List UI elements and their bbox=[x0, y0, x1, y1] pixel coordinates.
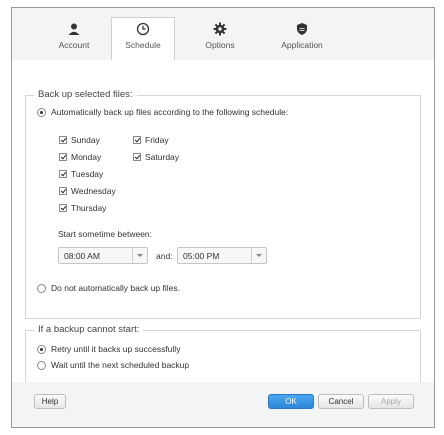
sunday-label: Sunday bbox=[71, 135, 100, 145]
wait-label: Wait until the next scheduled backup bbox=[51, 360, 190, 370]
start-time-select[interactable]: 08:00 AM bbox=[58, 247, 148, 264]
end-time-select[interactable]: 05:00 PM bbox=[177, 247, 267, 264]
cancel-button[interactable]: Cancel bbox=[318, 394, 364, 409]
tab-options[interactable]: Options bbox=[188, 18, 252, 61]
saturday-checkbox[interactable] bbox=[133, 153, 141, 161]
tuesday-label: Tuesday bbox=[71, 169, 104, 179]
friday-label: Friday bbox=[145, 135, 169, 145]
thursday-label: Thursday bbox=[71, 203, 107, 213]
end-time-value: 05:00 PM bbox=[183, 251, 220, 261]
monday-label: Monday bbox=[71, 152, 102, 162]
manual-backup-label: Do not automatically back up files. bbox=[51, 283, 180, 293]
clock-icon bbox=[136, 22, 150, 36]
start-between-label: Start sometime between: bbox=[58, 229, 153, 239]
backup-group: Back up selected files: Automatically ba… bbox=[25, 89, 421, 319]
ok-button[interactable]: OK bbox=[268, 394, 314, 409]
monday-checkbox[interactable] bbox=[59, 153, 67, 161]
retry-radio[interactable] bbox=[37, 345, 46, 354]
tuesday-checkbox[interactable] bbox=[59, 170, 67, 178]
manual-backup-radio[interactable] bbox=[37, 284, 46, 293]
tab-label: Application bbox=[281, 40, 323, 50]
apply-button[interactable]: Apply bbox=[368, 394, 414, 409]
auto-backup-radio[interactable] bbox=[37, 108, 46, 117]
gear-icon bbox=[213, 22, 227, 36]
tab-schedule[interactable]: Schedule bbox=[111, 17, 175, 61]
tab-label: Options bbox=[205, 40, 235, 50]
and-label: and: bbox=[156, 251, 173, 261]
settings-window: Account Schedule Options Application Bac… bbox=[11, 7, 435, 428]
tab-label: Schedule bbox=[125, 40, 161, 50]
wednesday-checkbox[interactable] bbox=[59, 187, 67, 195]
friday-checkbox[interactable] bbox=[133, 136, 141, 144]
thursday-checkbox[interactable] bbox=[59, 204, 67, 212]
tab-application[interactable]: Application bbox=[270, 18, 334, 61]
auto-backup-label: Automatically back up files according to… bbox=[51, 107, 289, 117]
shield-icon bbox=[297, 23, 307, 35]
wednesday-label: Wednesday bbox=[71, 186, 116, 196]
wait-radio[interactable] bbox=[37, 361, 46, 370]
tab-label: Account bbox=[58, 40, 90, 50]
help-button[interactable]: Help bbox=[34, 394, 66, 409]
backup-group-title: Back up selected files: bbox=[34, 89, 137, 100]
saturday-label: Saturday bbox=[145, 152, 180, 162]
schedule-panel: Back up selected files: Automatically ba… bbox=[12, 60, 434, 383]
chevron-down-icon bbox=[132, 248, 147, 263]
failure-group-title: If a backup cannot start: bbox=[34, 324, 144, 335]
retry-label: Retry until it backs up successfully bbox=[51, 344, 181, 354]
sunday-checkbox[interactable] bbox=[59, 136, 67, 144]
tab-bar: Account Schedule Options Application bbox=[12, 8, 434, 61]
failure-group: If a backup cannot start: Retry until it… bbox=[25, 324, 421, 383]
start-time-value: 08:00 AM bbox=[64, 251, 100, 261]
person-icon bbox=[68, 23, 80, 35]
chevron-down-icon bbox=[251, 248, 266, 263]
tab-account[interactable]: Account bbox=[42, 18, 106, 61]
dialog-footer: Help OK Cancel Apply bbox=[12, 382, 434, 427]
